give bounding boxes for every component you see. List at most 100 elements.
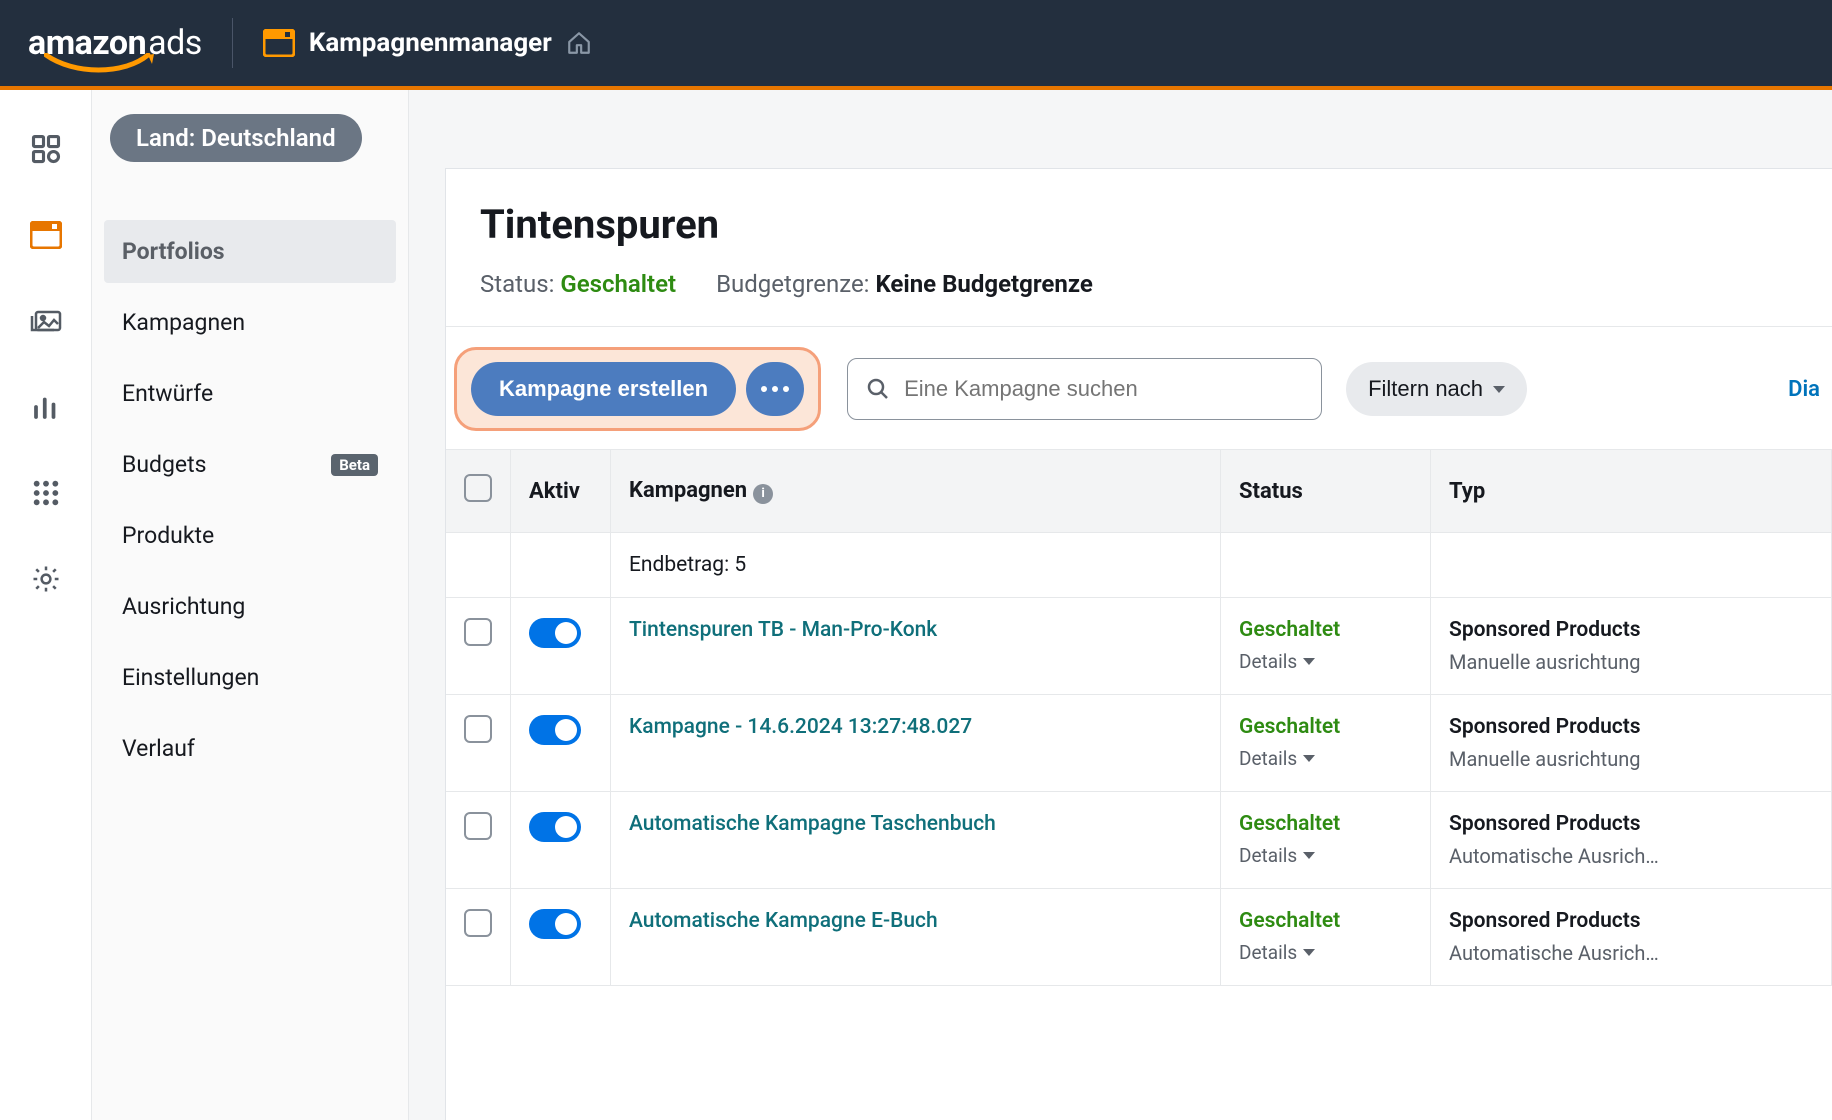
- checkbox[interactable]: [464, 618, 492, 646]
- checkbox[interactable]: [464, 474, 492, 502]
- create-more-button[interactable]: [746, 362, 804, 416]
- sidenav-portfolios[interactable]: Portfolios: [104, 220, 396, 283]
- sidenav-label: Produkte: [122, 522, 214, 549]
- sidenav-einstellungen[interactable]: Einstellungen: [104, 646, 396, 709]
- budget-label: Budgetgrenze:: [716, 270, 869, 298]
- checkbox[interactable]: [464, 812, 492, 840]
- header-campaign[interactable]: Kampagneni: [611, 450, 1221, 533]
- smile-icon: [44, 53, 154, 75]
- details-link[interactable]: Details: [1239, 747, 1412, 770]
- rail-creatives-icon[interactable]: [29, 304, 63, 338]
- sidenav-label: Einstellungen: [122, 664, 259, 691]
- campaign-link[interactable]: Automatische Kampagne E-Buch: [629, 909, 938, 933]
- table-row: Automatische Kampagne E-Buch Geschaltet D…: [446, 889, 1832, 986]
- sidenav: Portfolios Kampagnen Entwürfe Budgets Bet…: [104, 220, 396, 780]
- ellipsis-icon: [761, 386, 789, 392]
- side-column: Land: Deutschland Portfolios Kampagnen E…: [92, 90, 409, 1120]
- logo-amazon: amazon: [28, 23, 146, 63]
- create-campaign-button[interactable]: Kampagne erstellen: [471, 362, 736, 416]
- sidenav-budgets[interactable]: Budgets Beta: [104, 433, 396, 496]
- rail-dashboard-icon[interactable]: [29, 132, 63, 166]
- table-row: Tintenspuren TB - Man-Pro-Konk Geschalte…: [446, 598, 1832, 695]
- campaign-table: Aktiv Kampagneni Status Typ Endbetrag: 5: [446, 450, 1832, 986]
- status-badge: Geschaltet: [1239, 715, 1412, 739]
- active-toggle[interactable]: [529, 715, 581, 745]
- search-input[interactable]: [904, 376, 1303, 402]
- home-icon[interactable]: [566, 30, 592, 56]
- status-badge: Geschaltet: [1239, 618, 1412, 642]
- main: Tintenspuren Status: Geschaltet Budgetgr…: [409, 90, 1832, 1120]
- beta-badge: Beta: [331, 454, 378, 476]
- header-checkbox: [446, 450, 511, 533]
- campaign-link[interactable]: Kampagne - 14.6.2024 13:27:48.027: [629, 715, 972, 739]
- icon-rail: [0, 90, 92, 1120]
- sidenav-label: Ausrichtung: [122, 593, 245, 620]
- rail-settings-icon[interactable]: [29, 562, 63, 596]
- table-header-row: Aktiv Kampagneni Status Typ: [446, 450, 1832, 533]
- table-summary-row: Endbetrag: 5: [446, 533, 1832, 598]
- create-highlight: Kampagne erstellen: [454, 347, 821, 431]
- details-link[interactable]: Details: [1239, 844, 1412, 867]
- logo-ads: ads: [148, 23, 202, 63]
- type-value: Sponsored Products: [1449, 715, 1813, 739]
- chevron-down-icon: [1303, 755, 1315, 762]
- sidenav-ausrichtung[interactable]: Ausrichtung: [104, 575, 396, 638]
- sidenav-label: Verlauf: [122, 735, 195, 762]
- budget-value: Keine Budgetgrenze: [875, 270, 1092, 298]
- portfolio-title: Tintenspuren: [480, 201, 1798, 248]
- toolbar-right-link[interactable]: Dia: [1788, 377, 1822, 402]
- portfolio-meta: Status: Geschaltet Budgetgrenze: Keine B…: [480, 270, 1798, 298]
- status-value: Geschaltet: [560, 270, 676, 298]
- sidenav-verlauf[interactable]: Verlauf: [104, 717, 396, 780]
- campaign-manager-icon: [263, 29, 295, 57]
- sidenav-label: Portfolios: [122, 238, 225, 265]
- rail-reports-icon[interactable]: [29, 390, 63, 424]
- info-icon[interactable]: i: [753, 484, 773, 504]
- chevron-down-icon: [1303, 852, 1315, 859]
- active-toggle[interactable]: [529, 812, 581, 842]
- header-active[interactable]: Aktiv: [511, 450, 611, 533]
- panel-header: Tintenspuren Status: Geschaltet Budgetgr…: [446, 169, 1832, 327]
- status-badge: Geschaltet: [1239, 812, 1412, 836]
- filter-label: Filtern nach: [1368, 376, 1483, 402]
- sidenav-label: Kampagnen: [122, 309, 245, 336]
- type-sub: Manuelle ausrichtung: [1449, 747, 1813, 771]
- type-value: Sponsored Products: [1449, 909, 1813, 933]
- type-value: Sponsored Products: [1449, 618, 1813, 642]
- country-chip[interactable]: Land: Deutschland: [110, 114, 362, 162]
- header-status[interactable]: Status: [1221, 450, 1431, 533]
- rail-apps-icon[interactable]: [29, 476, 63, 510]
- sidenav-label: Budgets: [122, 451, 207, 478]
- sidenav-produkte[interactable]: Produkte: [104, 504, 396, 567]
- type-sub: Manuelle ausrichtung: [1449, 650, 1813, 674]
- campaign-link[interactable]: Automatische Kampagne Taschenbuch: [629, 812, 996, 836]
- logo[interactable]: amazon ads: [28, 23, 202, 63]
- type-sub: Automatische Ausrich…: [1449, 941, 1813, 965]
- divider: [232, 18, 233, 68]
- section-title[interactable]: Kampagnenmanager: [309, 28, 552, 58]
- active-toggle[interactable]: [529, 909, 581, 939]
- rail-campaigns-icon[interactable]: [29, 218, 63, 252]
- sidenav-label: Entwürfe: [122, 380, 213, 407]
- type-value: Sponsored Products: [1449, 812, 1813, 836]
- sidenav-kampagnen[interactable]: Kampagnen: [104, 291, 396, 354]
- checkbox[interactable]: [464, 715, 492, 743]
- header-type[interactable]: Typ: [1431, 450, 1832, 533]
- details-link[interactable]: Details: [1239, 941, 1412, 964]
- summary-cell: Endbetrag: 5: [611, 533, 1221, 598]
- search-icon: [866, 377, 890, 401]
- checkbox[interactable]: [464, 909, 492, 937]
- details-link[interactable]: Details: [1239, 650, 1412, 673]
- sidenav-entwuerfe[interactable]: Entwürfe: [104, 362, 396, 425]
- active-toggle[interactable]: [529, 618, 581, 648]
- campaign-link[interactable]: Tintenspuren TB - Man-Pro-Konk: [629, 618, 937, 642]
- filter-button[interactable]: Filtern nach: [1346, 362, 1527, 416]
- status-badge: Geschaltet: [1239, 909, 1412, 933]
- toolbar: Kampagne erstellen Filtern nach Dia: [446, 327, 1832, 450]
- status-label: Status:: [480, 270, 554, 298]
- chevron-down-icon: [1303, 658, 1315, 665]
- type-sub: Automatische Ausrich…: [1449, 844, 1813, 868]
- panel: Tintenspuren Status: Geschaltet Budgetgr…: [445, 168, 1832, 1120]
- table-row: Automatische Kampagne Taschenbuch Gescha…: [446, 792, 1832, 889]
- search-box[interactable]: [847, 358, 1322, 420]
